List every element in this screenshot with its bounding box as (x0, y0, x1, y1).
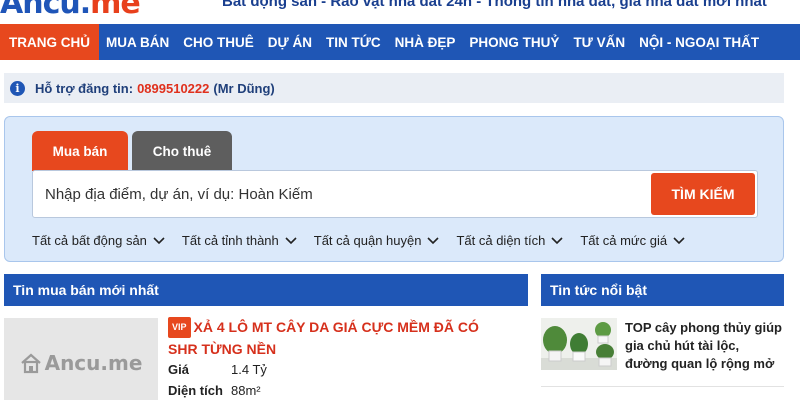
support-bar: i Hỗ trợ đăng tin: 0899510222 (Mr Dũng) (4, 73, 784, 103)
filter-label: Tất cả tỉnh thành (181, 233, 279, 248)
support-phone[interactable]: 0899510222 (137, 81, 209, 96)
nav-item-beautiful-homes[interactable]: NHÀ ĐẸP (388, 24, 463, 60)
nav-item-projects[interactable]: DỰ ÁN (261, 24, 319, 60)
tab-rent[interactable]: Cho thuê (132, 131, 232, 171)
filter-label: Tất cả quận huyện (313, 233, 422, 248)
search-button[interactable]: TÌM KIẾM (651, 173, 755, 215)
search-input[interactable] (33, 171, 649, 217)
nav-item-news[interactable]: TIN TỨC (319, 24, 388, 60)
filter-district[interactable]: Tất cả quận huyện (314, 233, 441, 248)
listing-title[interactable]: VIP XẢ 4 LÔ MT CÂY DA GIÁ CỰC MỀM ĐÃ CÓ S… (168, 317, 508, 359)
news-thumbnail[interactable] (541, 318, 617, 370)
filter-label: Tất cả bất động sản (32, 233, 147, 248)
area-label: Diện tích (168, 383, 223, 398)
nav-item-consulting[interactable]: TƯ VẤN (566, 24, 632, 60)
chevron-down-icon (673, 236, 685, 244)
site-logo[interactable]: Ancu.me (0, 0, 141, 21)
filter-area[interactable]: Tất cả diện tích (456, 233, 564, 248)
listing-area-row: Diện tích 88m² (168, 383, 261, 398)
site-tagline: Bất động sản - Rao vặt nhà đất 24h - Thô… (222, 0, 767, 10)
area-value: 88m² (231, 383, 261, 398)
listing-thumbnail[interactable]: Ancu.me (4, 318, 158, 400)
main-nav: TRANG CHỦ MUA BÁN CHO THUÊ DỰ ÁN TIN TỨC… (0, 24, 800, 60)
vip-badge: VIP (168, 317, 191, 338)
price-value: 1.4 Tỷ (231, 362, 267, 377)
filter-price[interactable]: Tất cả mức giá (580, 233, 686, 248)
search-panel: Mua bán Cho thuê TÌM KIẾM Tất cả bất độn… (4, 116, 784, 262)
house-icon (20, 353, 41, 374)
nav-item-rent[interactable]: CHO THUÊ (176, 24, 261, 60)
chevron-down-icon (153, 236, 165, 244)
section-header-featured-news: Tin tức nổi bật (541, 274, 784, 306)
nav-item-sale[interactable]: MUA BÁN (99, 24, 176, 60)
support-label: Hỗ trợ đăng tin: (35, 80, 134, 96)
tab-sale[interactable]: Mua bán (32, 131, 128, 171)
news-title[interactable]: TOP cây phong thủy giúp gia chủ hút tài … (625, 319, 785, 373)
section-header-latest-sale: Tin mua bán mới nhất (4, 274, 528, 306)
filter-property-type[interactable]: Tất cả bất động sản (32, 233, 166, 248)
chevron-down-icon (285, 236, 297, 244)
filter-province[interactable]: Tất cả tỉnh thành (182, 233, 298, 248)
news-divider (541, 386, 784, 387)
chevron-down-icon (427, 236, 440, 244)
price-label: Giá (168, 362, 189, 377)
info-icon: i (10, 80, 25, 96)
plant-photo (541, 318, 617, 370)
placeholder-logo: Ancu.me (20, 351, 142, 375)
site-header: Ancu.me Bất động sản - Rao vặt nhà đất 2… (0, 0, 800, 24)
search-filters: Tất cả bất động sản Tất cả tỉnh thành Tấ… (32, 233, 702, 248)
filter-label: Tất cả diện tích (456, 233, 546, 248)
support-contact: (Mr Dũng) (213, 80, 275, 96)
nav-item-fengshui[interactable]: PHONG THUỶ (462, 24, 566, 60)
search-box: TÌM KIẾM (32, 170, 758, 218)
nav-item-interior[interactable]: NỘI - NGOẠI THẤT (632, 24, 766, 60)
listing-price-row: Giá 1.4 Tỷ (168, 362, 267, 377)
nav-item-home[interactable]: TRANG CHỦ (0, 24, 99, 60)
filter-label: Tất cả mức giá (580, 233, 668, 248)
chevron-down-icon (551, 236, 563, 244)
